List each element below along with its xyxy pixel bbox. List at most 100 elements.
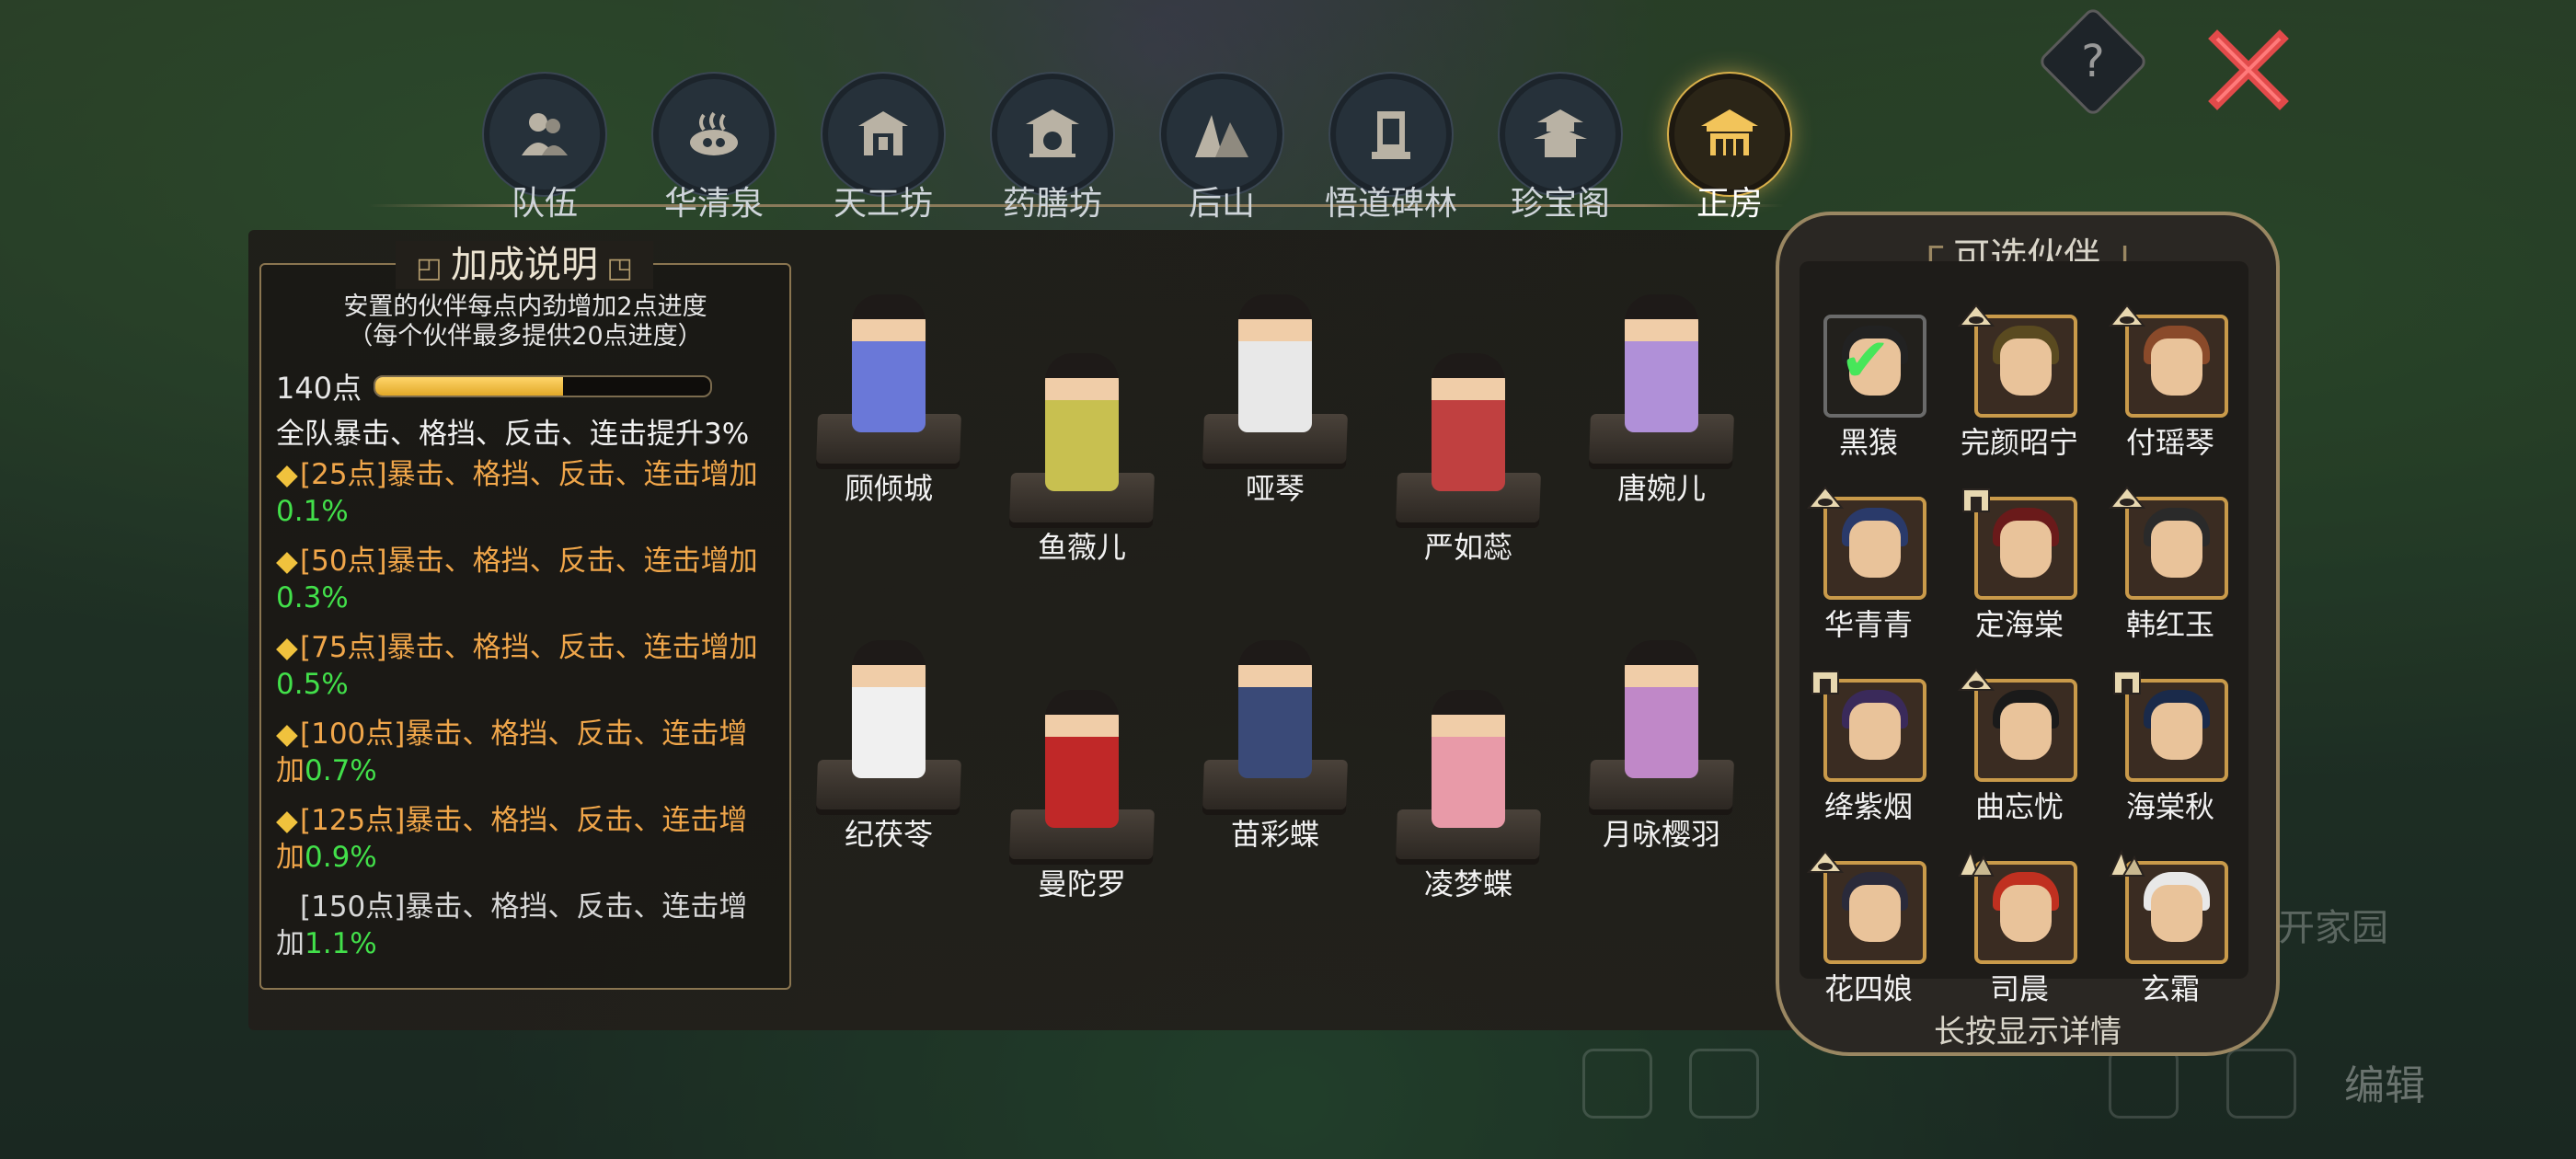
character-sprite [1238, 640, 1312, 778]
bonus-tier: ◆[25点]暴击、格挡、反击、连击增加 0.1% [276, 456, 773, 530]
portrait-face [2151, 703, 2202, 760]
tab-kitchen[interactable]: 药膳坊 [968, 74, 1137, 230]
placed-partner[interactable]: 鱼薇儿 [990, 335, 1174, 574]
placed-partner[interactable]: 顾倾城 [797, 276, 981, 515]
partner-name: 花四娘 [1823, 971, 1913, 1006]
partner-panel: ᒥ 可选伙伴 ᒧ ✔ 黑猿 完颜昭宁 付瑶琴 华青青 定海棠 韩红玉 绛紫烟 曲忘… [1776, 212, 2280, 1056]
tier-value: 0.3% [276, 581, 349, 614]
help-icon: ? [2081, 36, 2105, 87]
workshop-icon [828, 79, 938, 189]
ornament-icon: ◳ [598, 252, 633, 284]
tab-workshop[interactable]: 天工坊 [799, 74, 968, 230]
tab-label: 药膳坊 [1002, 185, 1102, 223]
tier-text: [25点]暴击、格挡、反击、连击增加 [300, 458, 758, 491]
partner-card[interactable]: 韩红玉 [2101, 484, 2239, 664]
character-sprite [1238, 294, 1312, 432]
partner-card[interactable]: 玄霜 [2101, 848, 2239, 1028]
tab-main-hall[interactable]: 正房 [1645, 74, 1814, 230]
placed-partner[interactable]: 苗彩蝶 [1183, 622, 1367, 861]
character-name: 顾倾城 [844, 471, 933, 506]
placed-partner[interactable]: 哑琴 [1183, 276, 1367, 515]
portrait-face [2000, 703, 2052, 760]
placed-partner[interactable]: 曼陀罗 [990, 671, 1174, 911]
eye-badge-icon [1958, 668, 1995, 691]
partner-grid: ✔ 黑猿 完颜昭宁 付瑶琴 华青青 定海棠 韩红玉 绛紫烟 曲忘忧 海棠秋 花四娘… [1800, 261, 2248, 1006]
placed-partner[interactable]: 凌梦蝶 [1376, 671, 1560, 911]
points-label: 140点 [276, 371, 362, 406]
mountain-badge-icon [2109, 849, 2145, 877]
background-slot [2226, 1049, 2296, 1119]
portrait-face [1849, 521, 1901, 578]
placed-partner[interactable]: 唐婉儿 [1570, 276, 1754, 515]
background-slot [2109, 1049, 2179, 1119]
bonus-tier: ◆[100点]暴击、格挡、反击、连击增加0.7% [276, 716, 773, 789]
eye-badge-icon [2109, 486, 2145, 509]
star-bullet-icon: ◆ [276, 804, 298, 837]
partner-name: 付瑶琴 [2125, 425, 2214, 460]
placed-partner[interactable]: 月咏樱羽 [1570, 622, 1754, 861]
bonus-title-text: 加成说明 [451, 244, 598, 286]
background-slot [1689, 1049, 1759, 1119]
bonus-tier: ◆[125点]暴击、格挡、反击、连击增加0.9% [276, 802, 773, 876]
tier-value: 0.5% [276, 668, 349, 701]
tab-label: 珍宝阁 [1510, 185, 1610, 223]
partner-card[interactable]: 海棠秋 [2101, 666, 2239, 846]
character-name: 哑琴 [1245, 471, 1305, 506]
background-edit-label: 编辑 [2344, 1062, 2425, 1109]
placed-partner[interactable]: 严如蕊 [1376, 335, 1560, 574]
bonus-tier: ◆[75点]暴击、格挡、反击、连击增加 0.5% [276, 629, 773, 703]
partner-card[interactable]: ✔ 黑猿 [1800, 302, 1938, 482]
tier-value: 0.1% [276, 495, 349, 528]
character-sprite [1045, 690, 1119, 828]
team-bonus-text: 全队暴击、格挡、反击、连击提升3% [276, 418, 750, 451]
character-name: 唐婉儿 [1616, 471, 1706, 506]
building-tab-bar: 队伍 华清泉 天工坊 药膳坊 后山 悟道碑林 珍宝阁 正房 [460, 74, 1822, 230]
portrait-face [1849, 703, 1901, 760]
background-slot [1582, 1049, 1652, 1119]
partner-card[interactable]: 曲忘忧 [1950, 666, 2088, 846]
bonus-desc-line: 安置的伙伴每点内劲增加2点进度 [343, 293, 707, 321]
partner-name: 绛紫烟 [1823, 789, 1913, 824]
portrait-face [1849, 885, 1901, 942]
partner-name: 韩红玉 [2125, 607, 2214, 642]
close-button[interactable] [2204, 26, 2293, 114]
partner-name: 司晨 [1989, 971, 2049, 1006]
tab-label: 悟道碑林 [1324, 185, 1457, 223]
tab-team[interactable]: 队伍 [460, 74, 629, 230]
star-bullet-icon: ◆ [276, 631, 298, 664]
partner-card[interactable]: 花四娘 [1800, 848, 1938, 1028]
gate-badge-icon [1962, 488, 1990, 512]
partner-card[interactable]: 绛紫烟 [1800, 666, 1938, 846]
partner-card[interactable]: 司晨 [1950, 848, 2088, 1028]
eye-badge-icon [1958, 304, 1995, 327]
tab-label: 华清泉 [663, 185, 764, 223]
tab-label: 正房 [1696, 185, 1763, 223]
tab-hot-spring[interactable]: 华清泉 [629, 74, 799, 230]
character-name: 苗彩蝶 [1230, 817, 1319, 852]
partner-card[interactable]: 定海棠 [1950, 484, 2088, 664]
tab-mountain[interactable]: 后山 [1137, 74, 1306, 230]
eye-badge-icon [1807, 486, 1844, 509]
gate-badge-icon [2113, 671, 2141, 694]
partner-name: 海棠秋 [2125, 789, 2214, 824]
character-sprite [852, 294, 926, 432]
people-icon [489, 79, 600, 189]
partner-name: 定海棠 [1974, 607, 2064, 642]
partner-card[interactable]: 完颜昭宁 [1950, 302, 2088, 482]
portrait-face [2000, 521, 2052, 578]
partner-name: 黑猿 [1838, 425, 1898, 460]
tab-treasure-pavilion[interactable]: 珍宝阁 [1476, 74, 1645, 230]
character-name: 鱼薇儿 [1037, 530, 1126, 565]
tier-value: 0.9% [305, 841, 377, 874]
character-name: 月咏樱羽 [1602, 817, 1720, 852]
close-icon [2208, 29, 2289, 110]
character-sprite [1432, 353, 1505, 491]
placed-partner[interactable]: 纪茯苓 [797, 622, 981, 861]
character-name: 凌梦蝶 [1423, 866, 1512, 901]
partner-card[interactable]: 华青青 [1800, 484, 1938, 664]
partner-card[interactable]: 付瑶琴 [2101, 302, 2239, 482]
character-sprite [1625, 640, 1698, 778]
character-name: 纪茯苓 [844, 817, 933, 852]
tab-stele-forest[interactable]: 悟道碑林 [1306, 74, 1476, 230]
bonus-tier: ◆[50点]暴击、格挡、反击、连击增加0.3% [276, 543, 773, 616]
